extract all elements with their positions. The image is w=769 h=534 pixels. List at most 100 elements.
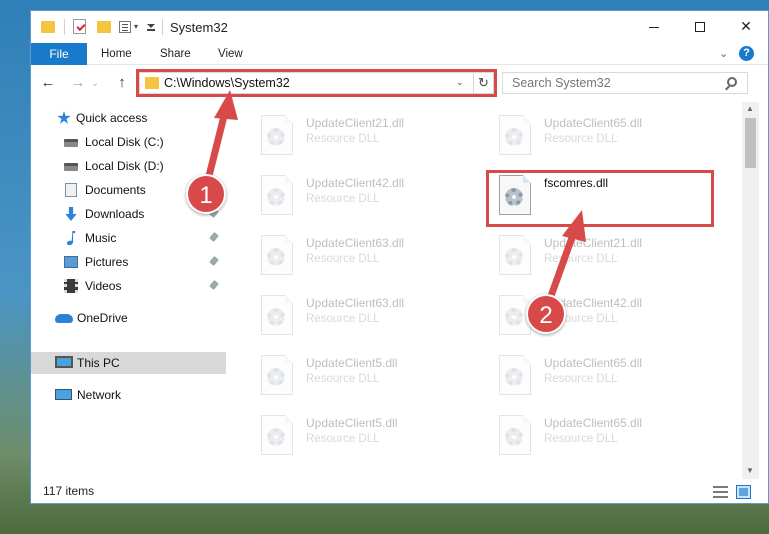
file-list: UpdateClient21.dll Resource DLL UpdateCl…: [239, 102, 742, 479]
maximize-icon: [695, 22, 705, 33]
search-box[interactable]: [502, 72, 748, 94]
step-1-badge: 1: [186, 174, 226, 214]
file-name: UpdateClient65.dll: [544, 116, 643, 130]
dll-file-icon: [261, 115, 293, 155]
sidebar-item-music[interactable]: Music: [31, 227, 226, 249]
file-type: Resource DLL: [544, 133, 618, 145]
details-view-icon[interactable]: [713, 486, 728, 498]
file-name: UpdateClient42.dll: [306, 176, 405, 190]
address-bar[interactable]: C:\Windows\System32 ⌄ ↻: [139, 72, 494, 94]
sidebar-item-label: Quick access: [76, 111, 148, 125]
divider: [64, 19, 65, 35]
gear-icon: [267, 248, 285, 266]
item-count: 117 items: [43, 484, 95, 498]
up-button[interactable]: ↑: [111, 73, 133, 93]
address-path[interactable]: C:\Windows\System32: [164, 76, 290, 90]
computer-icon: [55, 356, 73, 368]
videos-icon: [64, 279, 78, 293]
recent-locations-button[interactable]: ⌄: [89, 73, 101, 93]
status-bar: 117 items: [31, 481, 768, 503]
dll-file-icon: [261, 295, 293, 335]
folder-icon: [41, 21, 55, 33]
close-button[interactable]: ✕: [723, 11, 768, 42]
file-item[interactable]: UpdateClient63.dll Resource DLL: [249, 229, 479, 285]
chevron-down-icon[interactable]: ⌄: [456, 77, 464, 88]
gear-icon: [505, 308, 523, 326]
sidebar-item-label: Pictures: [85, 255, 129, 269]
sidebar-item-quick-access[interactable]: Quick access: [31, 107, 226, 129]
dll-file-icon: [261, 235, 293, 275]
dll-file-icon: [499, 415, 531, 455]
sidebar-item-videos[interactable]: Videos: [31, 275, 226, 297]
sidebar-item-local-disk-c[interactable]: Local Disk (C:): [31, 131, 226, 153]
file-item-fscomres[interactable]: fscomres.dll: [487, 169, 717, 225]
gear-icon: [505, 188, 523, 206]
file-item[interactable]: UpdateClient42.dll Resource DLL: [487, 289, 717, 345]
gear-icon: [505, 248, 523, 266]
gear-icon: [505, 128, 523, 146]
file-type: Resource DLL: [306, 373, 380, 385]
tab-home[interactable]: Home: [101, 43, 132, 65]
tab-file[interactable]: File: [31, 43, 87, 65]
file-item[interactable]: UpdateClient21.dll Resource DLL: [487, 229, 717, 285]
file-name: UpdateClient63.dll: [306, 236, 405, 250]
scroll-thumb[interactable]: [745, 118, 756, 168]
file-item[interactable]: UpdateClient65.dll Resource DLL: [487, 109, 717, 165]
maximize-button[interactable]: [677, 11, 723, 42]
search-icon[interactable]: [727, 77, 737, 87]
documents-icon: [65, 183, 77, 197]
back-button[interactable]: ←: [37, 73, 59, 93]
sidebar-item-onedrive[interactable]: OneDrive: [31, 307, 226, 329]
properties-icon[interactable]: [73, 19, 86, 34]
minimize-button[interactable]: [631, 11, 677, 42]
view-menu-icon[interactable]: [119, 21, 131, 33]
file-item[interactable]: UpdateClient65.dll Resource DLL: [487, 409, 717, 465]
dll-file-icon: [499, 355, 531, 395]
disk-icon: [64, 163, 78, 171]
pin-icon[interactable]: [209, 232, 219, 242]
file-type: Resource DLL: [306, 253, 380, 265]
expand-ribbon-icon[interactable]: ⌄: [719, 47, 728, 60]
explorer-window: ▾ System32 ✕ File Home Share View ⌄ ? ← …: [30, 10, 769, 504]
window-title: System32: [170, 20, 228, 35]
sidebar-item-label: OneDrive: [77, 311, 128, 325]
gear-icon: [267, 308, 285, 326]
forward-button[interactable]: →: [67, 73, 89, 93]
file-item[interactable]: UpdateClient65.dll Resource DLL: [487, 349, 717, 405]
gear-icon: [267, 188, 285, 206]
large-icons-view-icon[interactable]: [736, 485, 751, 499]
sidebar-item-label: Local Disk (C:): [85, 135, 164, 149]
scroll-up-icon[interactable]: ▲: [746, 104, 754, 113]
network-icon: [55, 389, 72, 400]
minimize-icon: [649, 26, 659, 28]
vertical-scrollbar[interactable]: ▲ ▼: [742, 102, 759, 479]
dll-file-icon: [261, 355, 293, 395]
scroll-down-icon[interactable]: ▼: [746, 466, 754, 475]
search-input[interactable]: [503, 73, 723, 93]
tab-view[interactable]: View: [218, 43, 243, 65]
sidebar-item-local-disk-d[interactable]: Local Disk (D:): [31, 155, 226, 177]
tab-share[interactable]: Share: [160, 43, 191, 65]
gear-icon: [267, 128, 285, 146]
sidebar-item-pictures[interactable]: Pictures: [31, 251, 226, 273]
dll-file-icon: [261, 175, 293, 215]
pin-icon[interactable]: [209, 256, 219, 266]
sidebar-item-label: Network: [77, 388, 122, 402]
chevron-down-icon[interactable]: ▾: [134, 22, 138, 31]
sidebar-item-this-pc[interactable]: This PC: [31, 352, 226, 374]
file-type: Resource DLL: [306, 193, 380, 205]
new-folder-icon[interactable]: [97, 21, 111, 33]
help-icon[interactable]: ?: [739, 46, 754, 61]
customize-toolbar-icon[interactable]: [147, 23, 155, 31]
file-item[interactable]: UpdateClient5.dll Resource DLL: [249, 349, 479, 405]
refresh-button[interactable]: ↻: [473, 73, 493, 93]
file-item[interactable]: UpdateClient5.dll Resource DLL: [249, 409, 479, 465]
file-type: Resource DLL: [544, 433, 618, 445]
file-item[interactable]: UpdateClient21.dll Resource DLL: [249, 109, 479, 165]
file-item[interactable]: UpdateClient63.dll Resource DLL: [249, 289, 479, 345]
file-name: UpdateClient65.dll: [544, 356, 643, 370]
sidebar-item-network[interactable]: Network: [31, 384, 226, 406]
folder-icon: [145, 77, 159, 89]
pin-icon[interactable]: [209, 280, 219, 290]
file-item[interactable]: UpdateClient42.dll Resource DLL: [249, 169, 479, 225]
